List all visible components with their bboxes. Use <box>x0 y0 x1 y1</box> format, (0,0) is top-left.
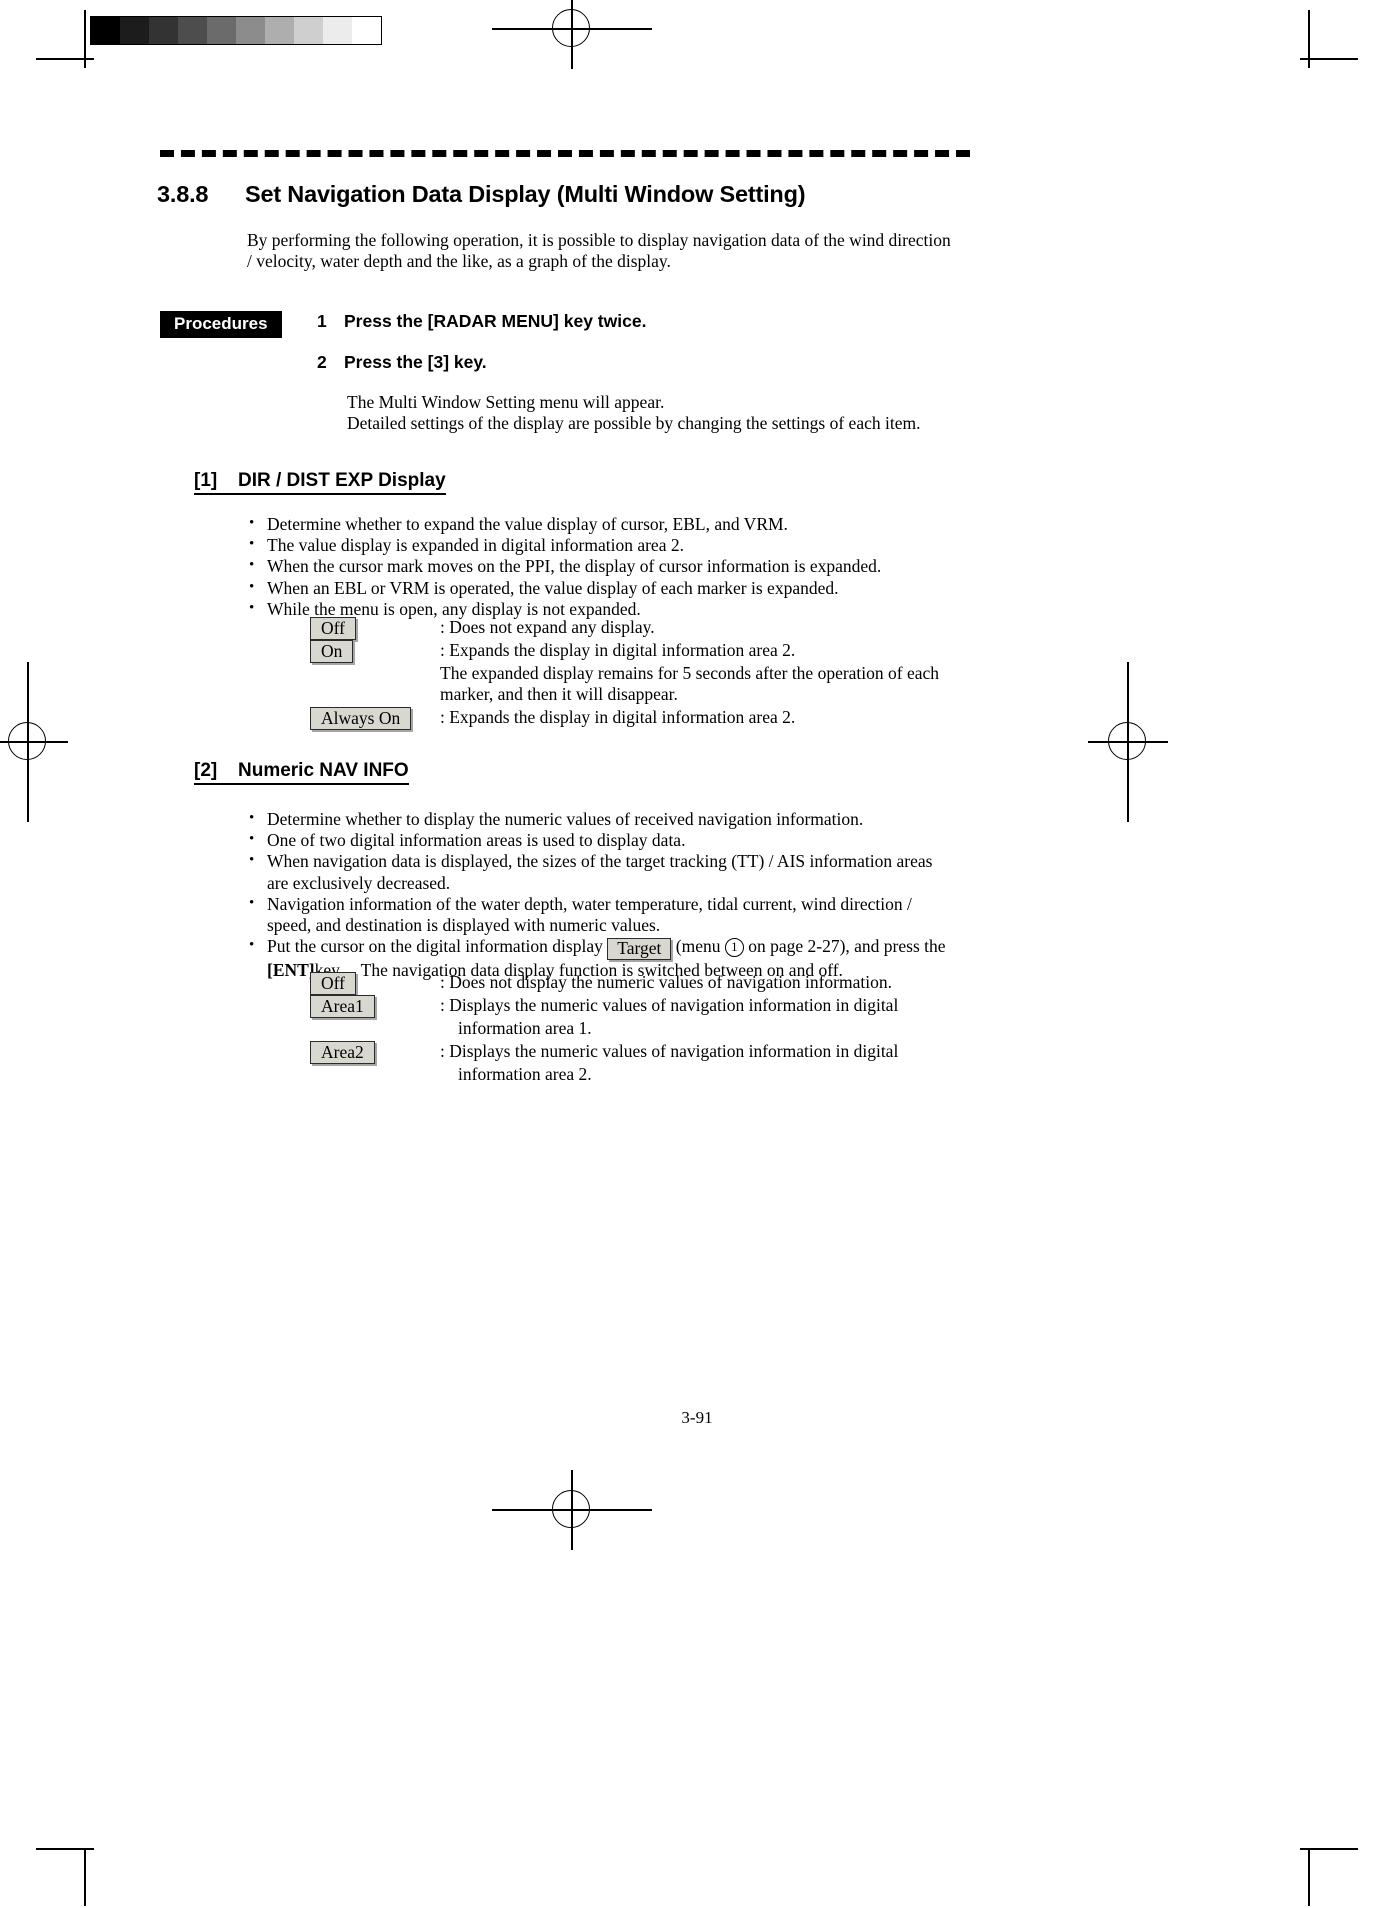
option-description: : Displays the numeric values of navigat… <box>440 995 899 1015</box>
option-box-area1[interactable]: Area1 <box>310 995 375 1018</box>
block1-bullet-list: Determine whether to expand the value di… <box>245 513 945 620</box>
subsection-heading-2: [2] Numeric NAV INFO <box>194 760 409 785</box>
option-continuation: The expanded display remains for 5 secon… <box>440 663 940 704</box>
option-row: Off : Does not expand any display. <box>310 617 950 640</box>
procedure-note-line-1: The Multi Window Setting menu will appea… <box>347 392 665 412</box>
bullet-text-menu-close: on page 2-27), and press the <box>748 936 946 957</box>
procedures-badge: Procedures <box>160 311 282 338</box>
gray-swatch <box>120 17 149 44</box>
registration-mark-top <box>492 0 652 69</box>
procedure-note-line-2: Detailed settings of the display are pos… <box>347 412 921 433</box>
procedure-step-2: 2 Press the [3] key. <box>317 352 487 373</box>
gray-swatch <box>207 17 236 44</box>
option-box-off[interactable]: Off <box>310 617 356 640</box>
gray-swatch <box>149 17 178 44</box>
registration-mark-bottom <box>492 1470 652 1550</box>
option-row: Always On : Expands the display in digit… <box>310 707 950 730</box>
subsection-title: Numeric NAV INFO <box>238 760 409 781</box>
list-item: Navigation information of the water dept… <box>245 893 955 936</box>
gray-swatch <box>323 17 352 44</box>
section-number: 3.8.8 <box>157 181 209 207</box>
list-item: Determine whether to display the numeric… <box>245 808 955 830</box>
option-box-always-on[interactable]: Always On <box>310 707 412 730</box>
list-item: When an EBL or VRM is operated, the valu… <box>245 577 945 599</box>
option-box-off[interactable]: Off <box>310 972 356 995</box>
option-row: On : Expands the display in digital info… <box>310 640 950 663</box>
gray-swatch <box>236 17 265 44</box>
procedure-note: The Multi Window Setting menu will appea… <box>347 392 967 433</box>
procedure-step-1: 1 Press the [RADAR MENU] key twice. <box>317 311 646 332</box>
grayscale-calibration-strip <box>90 16 382 45</box>
option-description: : Does not display the numeric values of… <box>440 972 892 992</box>
list-item: When navigation data is displayed, the s… <box>245 850 955 893</box>
option-description: : Expands the display in digital informa… <box>440 640 796 660</box>
list-item: One of two digital information areas is … <box>245 829 955 851</box>
list-item: Determine whether to expand the value di… <box>245 513 945 535</box>
step-number: 1 <box>317 311 327 331</box>
option-row: Area2 : Displays the numeric values of n… <box>310 1041 950 1064</box>
list-item: The value display is expanded in digital… <box>245 534 945 556</box>
step-text: Press the [RADAR MENU] key twice. <box>344 311 647 331</box>
gray-swatch <box>352 17 381 44</box>
registration-mark-right <box>1088 662 1168 822</box>
page-title: 3.8.8 Set Navigation Data Display (Multi … <box>157 181 806 208</box>
option-description: : Expands the display in digital informa… <box>440 707 796 727</box>
circled-number-icon: 1 <box>724 938 744 958</box>
step-number: 2 <box>317 352 327 372</box>
page-number: 3-91 <box>681 1408 713 1427</box>
gray-swatch <box>178 17 207 44</box>
gray-swatch <box>265 17 294 44</box>
subsection-tag: [1] <box>194 470 218 491</box>
list-item: When the cursor mark moves on the PPI, t… <box>245 555 945 577</box>
ent-key-label: [ENT] <box>267 960 315 981</box>
block1-option-table: Off : Does not expand any display. On : … <box>310 617 950 730</box>
subsection-tag: [2] <box>194 760 218 781</box>
option-description: : Does not expand any display. <box>440 617 655 637</box>
section-divider-rule <box>160 150 970 157</box>
gray-swatch <box>91 17 120 44</box>
subsection-heading-1: [1] DIR / DIST EXP Display <box>194 470 446 495</box>
section-intro-paragraph: By performing the following operation, i… <box>247 230 951 271</box>
registration-mark-left <box>0 662 68 822</box>
option-box-area2[interactable]: Area2 <box>310 1041 375 1064</box>
bullet-text-pre: Put the cursor on the digital informatio… <box>267 936 603 957</box>
section-title: Set Navigation Data Display (Multi Windo… <box>245 181 806 207</box>
target-button[interactable]: Target <box>607 938 672 961</box>
block2-option-table: Off : Does not display the numeric value… <box>310 972 950 1085</box>
gray-swatch <box>294 17 323 44</box>
option-continuation: information area 2. <box>458 1064 592 1084</box>
option-row: Area1 : Displays the numeric values of n… <box>310 995 950 1018</box>
option-box-on[interactable]: On <box>310 640 354 663</box>
step-text: Press the [3] key. <box>344 352 487 372</box>
option-row: Off : Does not display the numeric value… <box>310 972 950 995</box>
bullet-text-menu-open: (menu <box>675 936 721 957</box>
block2-bullet-list: Determine whether to display the numeric… <box>245 808 955 981</box>
subsection-title: DIR / DIST EXP Display <box>238 470 446 491</box>
option-description: : Displays the numeric values of navigat… <box>440 1041 899 1061</box>
option-continuation: information area 1. <box>458 1018 592 1038</box>
